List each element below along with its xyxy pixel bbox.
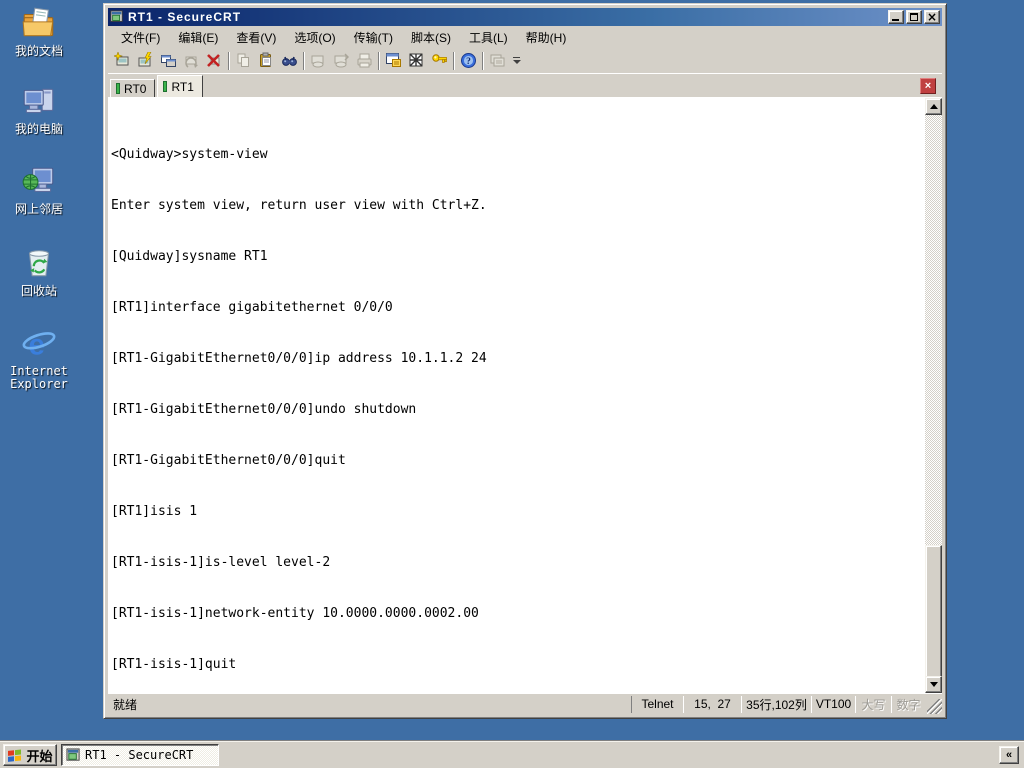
terminal-screen[interactable]: <Quidway>system-view Enter system view, … <box>108 98 925 693</box>
desktop-icon-recycle-bin[interactable]: 回收站 <box>4 244 74 298</box>
terminal-line: [RT1-GigabitEthernet0/0/0]ip address 10.… <box>111 351 487 366</box>
task-button-securecrt[interactable]: RT1 - SecureCRT <box>61 744 219 766</box>
app-icon <box>110 10 124 24</box>
scroll-down-button[interactable] <box>925 676 942 693</box>
title-bar[interactable]: RT1 - SecureCRT × <box>108 8 942 26</box>
desktop-icon-label: 网上邻居 <box>14 202 63 216</box>
resize-grip[interactable] <box>927 699 942 714</box>
taskbar: 开始 RT1 - SecureCRT « <box>0 741 1024 768</box>
recycle-bin-icon <box>28 250 50 277</box>
scroll-up-button[interactable] <box>925 98 942 115</box>
close-button[interactable]: × <box>924 10 940 24</box>
terminal-line: [RT1-isis-1]quit <box>111 657 237 672</box>
toolbar: ? <box>108 48 942 74</box>
connected-status-icon <box>163 81 168 92</box>
terminal-line: [RT1]interface gigabitethernet 0/0/0 <box>111 300 393 315</box>
session-tab-bar: RT0 RT1 × <box>108 74 942 98</box>
desktop-icon-label: 我的电脑 <box>14 122 63 136</box>
status-screen-size: 35行,102列 <box>741 695 811 713</box>
minimize-button[interactable] <box>888 10 904 24</box>
find-icon[interactable] <box>278 50 301 72</box>
menu-file[interactable]: 文件(F) <box>112 26 169 49</box>
tab-close-button[interactable]: × <box>920 78 936 94</box>
menu-options[interactable]: 选项(O) <box>285 26 344 49</box>
status-ready: 就绪 <box>113 697 138 712</box>
connect-icon[interactable] <box>134 50 157 72</box>
menu-view[interactable]: 查看(V) <box>227 26 285 49</box>
clone-session-icon <box>486 50 509 72</box>
send-file-icon <box>307 50 330 72</box>
tab-rt0[interactable]: RT0 <box>110 79 156 97</box>
network-places-icon <box>22 167 54 193</box>
status-emulation: VT100 <box>811 695 855 713</box>
window-title: RT1 - SecureCRT <box>128 10 242 24</box>
disconnect-icon[interactable] <box>203 50 226 72</box>
terminal-line: [RT1-isis-1]network-entity 10.0000.0000.… <box>111 606 479 621</box>
my-documents-icon <box>22 7 54 37</box>
menu-help[interactable]: 帮助(H) <box>517 26 576 49</box>
tab-rt1[interactable]: RT1 <box>157 75 203 97</box>
toolbar-overflow-icon[interactable] <box>510 51 523 71</box>
desktop-icon-label: Internet Explorer <box>10 364 68 391</box>
tab-label: RT1 <box>171 79 194 94</box>
status-num-lock: 数字 <box>891 695 925 713</box>
terminal-line: Enter system view, return user view with… <box>111 198 487 213</box>
print-icon <box>353 50 376 72</box>
keymap-editor-icon[interactable] <box>405 50 428 72</box>
securecrt-window: RT1 - SecureCRT × 文件(F) 编辑(E) 查看(V) 选项(O… <box>103 3 947 719</box>
reconnect-icon <box>180 50 203 72</box>
toolbar-separator <box>453 51 455 70</box>
tab-label: RT0 <box>124 81 147 96</box>
toolbar-separator <box>482 51 484 70</box>
terminal-line: [RT1]isis 1 <box>111 504 198 519</box>
start-label: 开始 <box>26 748 53 764</box>
vertical-scrollbar[interactable] <box>925 98 942 693</box>
menu-edit[interactable]: 编辑(E) <box>169 26 227 49</box>
windows-logo-icon <box>8 749 22 762</box>
connected-status-icon <box>116 83 120 94</box>
status-cursor-position: 15, 27 <box>683 695 741 713</box>
connect-in-tab-icon[interactable] <box>157 50 180 72</box>
terminal-line: [RT1-isis-1]is-level level-2 <box>111 555 331 570</box>
paste-icon[interactable] <box>255 50 278 72</box>
my-computer-icon <box>23 88 54 114</box>
svg-text:?: ? <box>466 57 471 67</box>
terminal-line: [RT1-GigabitEthernet0/0/0]quit <box>111 453 346 468</box>
desktop: { "desktop": { "background_color": "#3E6… <box>0 0 1024 768</box>
scrollbar-thumb[interactable] <box>925 545 942 678</box>
session-options-icon[interactable] <box>382 50 405 72</box>
maximize-button[interactable] <box>906 10 922 24</box>
system-tray: « <box>999 746 1019 764</box>
status-bar: 就绪 Telnet 15, 27 35行,102列 VT100 大写 数字 <box>108 693 942 714</box>
desktop-icon-label: 回收站 <box>20 284 57 298</box>
help-icon[interactable]: ? <box>457 50 480 72</box>
menu-script[interactable]: 脚本(S) <box>402 26 460 49</box>
quick-connect-icon[interactable] <box>111 50 134 72</box>
menu-bar: 文件(F) 编辑(E) 查看(V) 选项(O) 传输(T) 脚本(S) 工具(L… <box>108 26 942 48</box>
desktop-icon-my-documents[interactable]: 我的文档 <box>4 6 74 58</box>
key-agent-icon[interactable] <box>428 50 451 72</box>
tray-collapse-button[interactable]: « <box>999 746 1019 764</box>
toolbar-separator <box>303 51 305 70</box>
securecrt-task-icon <box>66 747 80 761</box>
terminal-line: [Quidway]sysname RT1 <box>111 249 268 264</box>
internet-explorer-icon: e <box>22 329 56 362</box>
toolbar-separator <box>378 51 380 70</box>
task-button-label: RT1 - SecureCRT <box>85 748 194 762</box>
menu-transfer[interactable]: 传输(T) <box>345 26 402 49</box>
start-button[interactable]: 开始 <box>3 744 57 766</box>
menu-tools[interactable]: 工具(L) <box>460 26 517 49</box>
toolbar-separator <box>228 51 230 70</box>
receive-file-icon <box>330 50 353 72</box>
desktop-icon-internet-explorer[interactable]: e Internet Explorer <box>4 326 74 391</box>
desktop-icon-my-computer[interactable]: 我的电脑 <box>4 84 74 136</box>
desktop-icon-label: 我的文档 <box>14 44 63 58</box>
desktop-icon-network-places[interactable]: 网上邻居 <box>4 164 74 216</box>
terminal-line: [RT1-GigabitEthernet0/0/0]undo shutdown <box>111 402 417 417</box>
status-caps-lock: 大写 <box>855 695 891 713</box>
terminal-line: <Quidway>system-view <box>111 147 268 162</box>
copy-icon <box>232 50 255 72</box>
status-protocol: Telnet <box>631 695 683 713</box>
